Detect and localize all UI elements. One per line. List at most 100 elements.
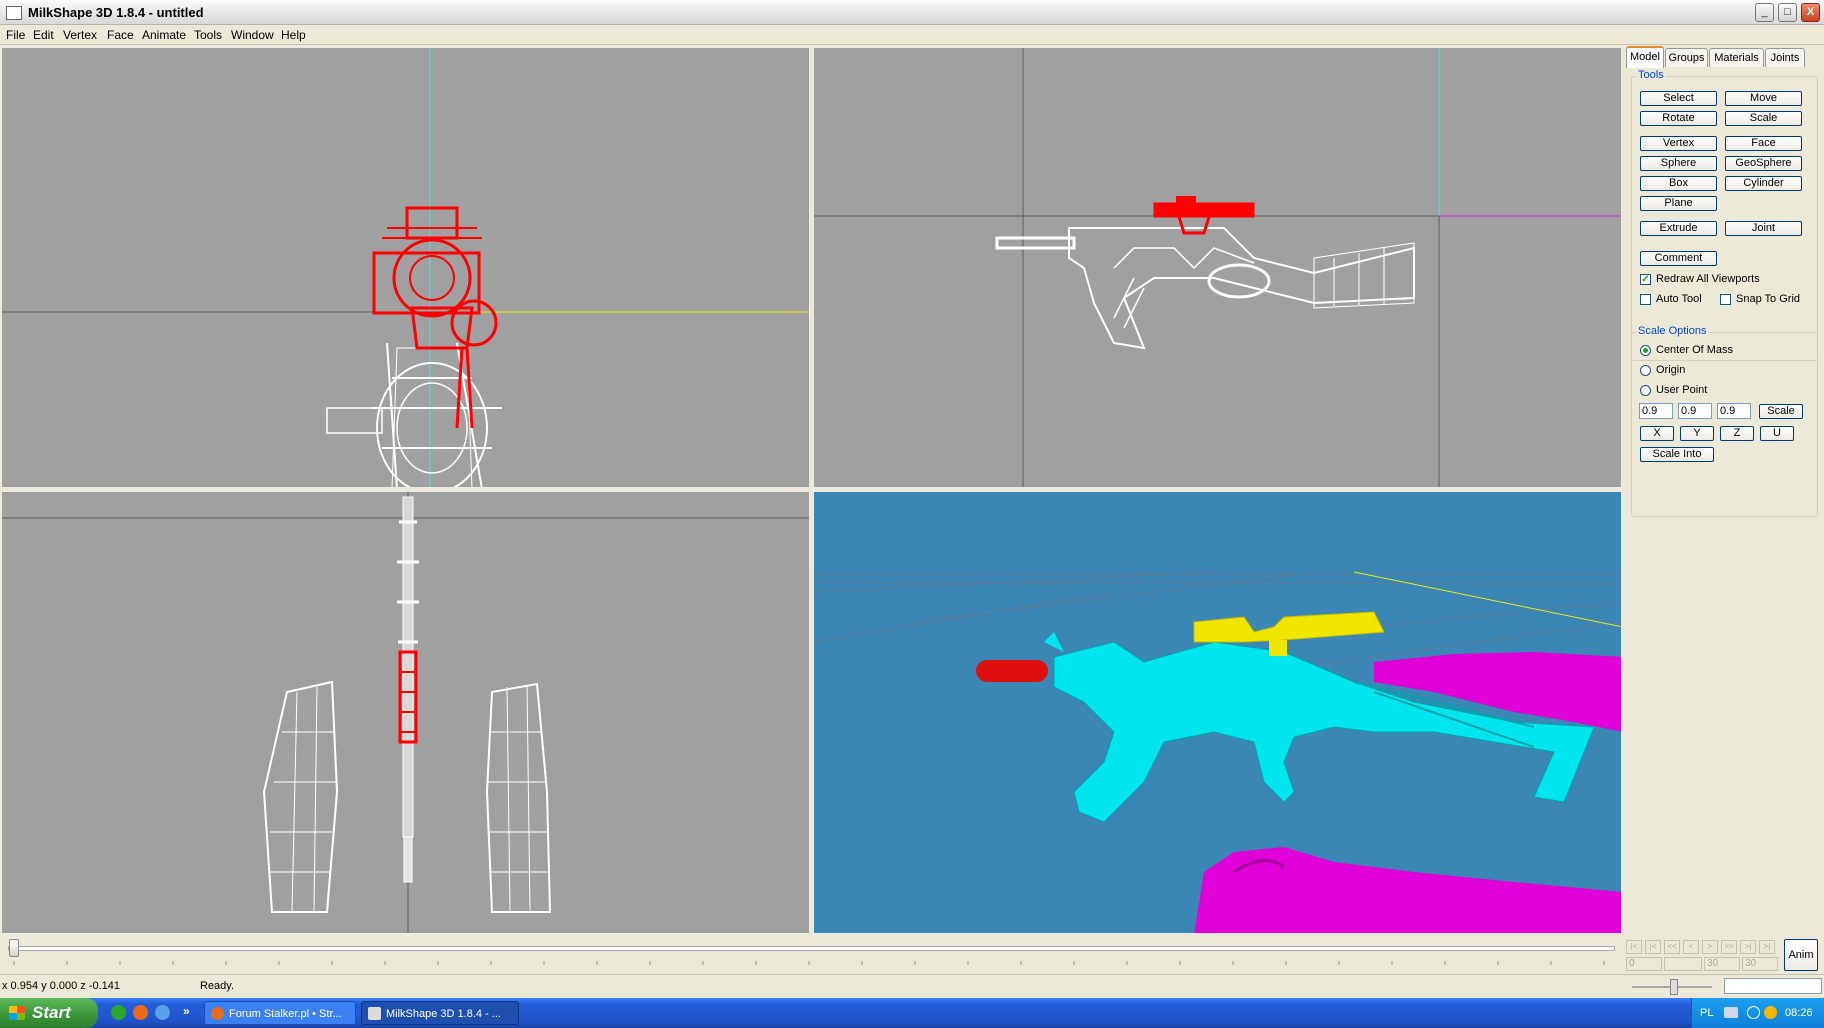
menu-tools[interactable]: Tools	[194, 28, 222, 42]
scale-x-input[interactable]: 0.9	[1639, 403, 1673, 419]
playback-controls: |< |< << < > >> >| >|	[1626, 940, 1778, 954]
tab-materials[interactable]: Materials	[1709, 48, 1764, 67]
silencer	[976, 660, 1048, 682]
scale-y-input[interactable]: 0.9	[1678, 403, 1712, 419]
rewind-icon[interactable]: <<	[1664, 940, 1680, 954]
axis-y-button[interactable]: Y	[1680, 426, 1714, 441]
axis-u-button[interactable]: U	[1760, 426, 1794, 441]
title-bar: MilkShape 3D 1.8.4 - untitled _ □ X	[0, 0, 1824, 25]
quicklaunch-more-icon[interactable]: »	[183, 1004, 190, 1018]
menu-help[interactable]: Help	[281, 28, 306, 42]
viewport-top-canvas	[2, 492, 809, 933]
next-frame-icon[interactable]: >	[1702, 940, 1718, 954]
frame-current-field[interactable]: 30	[1704, 957, 1740, 971]
app-icon	[6, 6, 22, 20]
milkshape-task-icon	[368, 1007, 381, 1020]
scale-into-button[interactable]: Scale Into	[1640, 447, 1714, 462]
tab-model[interactable]: Model	[1626, 46, 1664, 68]
menu-bar: File Edit Vertex Face Animate Tools Wind…	[0, 25, 1824, 45]
frame-blank-field[interactable]	[1664, 957, 1702, 971]
box-button[interactable]: Box	[1640, 176, 1717, 191]
last-frame-icon[interactable]: >|	[1759, 940, 1775, 954]
firefox-task-icon	[211, 1007, 224, 1020]
viewport-front[interactable]	[1, 47, 810, 488]
minimize-button[interactable]: _	[1755, 3, 1774, 22]
scale-z-input[interactable]: 0.9	[1717, 403, 1751, 419]
menu-face[interactable]: Face	[107, 28, 134, 42]
move-button[interactable]: Move	[1725, 91, 1802, 106]
timeline-track[interactable]	[8, 946, 1615, 951]
scale-options-label: Scale Options	[1636, 325, 1709, 337]
user-point-label: User Point	[1656, 384, 1708, 396]
viewport-side[interactable]	[813, 47, 1622, 488]
frame-end-field[interactable]: 30	[1742, 957, 1778, 971]
sphere-button[interactable]: Sphere	[1640, 156, 1717, 171]
firefox-icon[interactable]	[133, 1005, 148, 1020]
zoom-slider-handle[interactable]	[1670, 979, 1678, 995]
viewport-3d[interactable]	[813, 491, 1622, 934]
anim-button[interactable]: Anim	[1784, 939, 1818, 971]
timeline: |< |< << < > >> >| >| 0 30 30 Anim	[0, 936, 1824, 974]
maximize-button[interactable]: □	[1778, 3, 1797, 22]
plane-button[interactable]: Plane	[1640, 196, 1717, 211]
system-tray: PL 08:26	[1691, 998, 1824, 1028]
language-indicator[interactable]: PL	[1700, 1007, 1713, 1019]
viewport-top[interactable]	[1, 491, 810, 934]
user-point-radio[interactable]	[1640, 385, 1651, 396]
rotate-button[interactable]: Rotate	[1640, 111, 1717, 126]
center-of-mass-label: Center Of Mass	[1656, 344, 1734, 356]
snap-to-grid-checkbox[interactable]	[1720, 294, 1731, 305]
extrude-button[interactable]: Extrude	[1640, 221, 1717, 236]
ie-icon[interactable]	[155, 1005, 170, 1020]
origin-radio[interactable]	[1640, 365, 1651, 376]
task-forum-stalker[interactable]: Forum Stalker.pl • Str...	[204, 1001, 356, 1025]
prev-key-icon[interactable]: |<	[1645, 940, 1661, 954]
menu-file[interactable]: File	[6, 28, 25, 42]
viewport-front-canvas	[2, 48, 809, 487]
menu-animate[interactable]: Animate	[142, 28, 186, 42]
forward-icon[interactable]: >>	[1721, 940, 1737, 954]
geosphere-button[interactable]: GeoSphere	[1725, 156, 1802, 171]
update-icon[interactable]	[1764, 1006, 1777, 1019]
scale-tool-button[interactable]: Scale	[1725, 111, 1802, 126]
cylinder-button[interactable]: Cylinder	[1725, 176, 1802, 191]
first-frame-icon[interactable]: |<	[1626, 940, 1642, 954]
weapon-wireframe-top	[397, 496, 419, 883]
scale-options-group	[1631, 332, 1818, 517]
keyboard-icon[interactable]	[1724, 1007, 1738, 1018]
comment-button[interactable]: Comment	[1640, 251, 1717, 266]
redraw-all-viewports-checkbox[interactable]: ✓	[1640, 274, 1651, 285]
scale-apply-button[interactable]: Scale	[1759, 404, 1803, 419]
tool-panel: Model Groups Materials Joints Tools Sele…	[1624, 46, 1824, 936]
close-button[interactable]: X	[1801, 3, 1820, 22]
window-title: MilkShape 3D 1.8.4 - untitled	[28, 5, 204, 20]
axis-z-button[interactable]: Z	[1720, 426, 1754, 441]
next-key-icon[interactable]: >|	[1740, 940, 1756, 954]
start-button[interactable]: Start	[0, 998, 98, 1028]
status-input[interactable]	[1724, 978, 1822, 994]
menu-edit[interactable]: Edit	[33, 28, 54, 42]
select-button[interactable]: Select	[1640, 91, 1717, 106]
timeline-ticks	[13, 961, 1605, 965]
menu-window[interactable]: Window	[231, 28, 274, 42]
scope-wireframe-front	[372, 206, 498, 429]
frame-start-field[interactable]: 0	[1626, 957, 1662, 971]
face-button[interactable]: Face	[1725, 136, 1802, 151]
prev-frame-icon[interactable]: <	[1683, 940, 1699, 954]
snap-to-grid-label: Snap To Grid	[1736, 293, 1801, 305]
joint-button[interactable]: Joint	[1725, 221, 1802, 236]
tab-groups[interactable]: Groups	[1665, 48, 1708, 67]
viewport-side-canvas	[814, 48, 1621, 487]
back-icon[interactable]	[1747, 1006, 1760, 1019]
weapon-wireframe-side	[995, 227, 1415, 350]
auto-tool-checkbox[interactable]	[1640, 294, 1651, 305]
menu-vertex[interactable]: Vertex	[63, 28, 97, 42]
axis-x-button[interactable]: X	[1640, 426, 1674, 441]
timeline-slider-handle[interactable]	[9, 939, 19, 957]
center-of-mass-radio[interactable]	[1640, 345, 1651, 356]
tab-joints[interactable]: Joints	[1765, 48, 1805, 67]
utorrent-icon[interactable]	[111, 1005, 126, 1020]
task-milkshape[interactable]: MilkShape 3D 1.8.4 - ...	[361, 1001, 519, 1025]
vertex-button[interactable]: Vertex	[1640, 136, 1717, 151]
tools-group-label: Tools	[1636, 69, 1666, 81]
